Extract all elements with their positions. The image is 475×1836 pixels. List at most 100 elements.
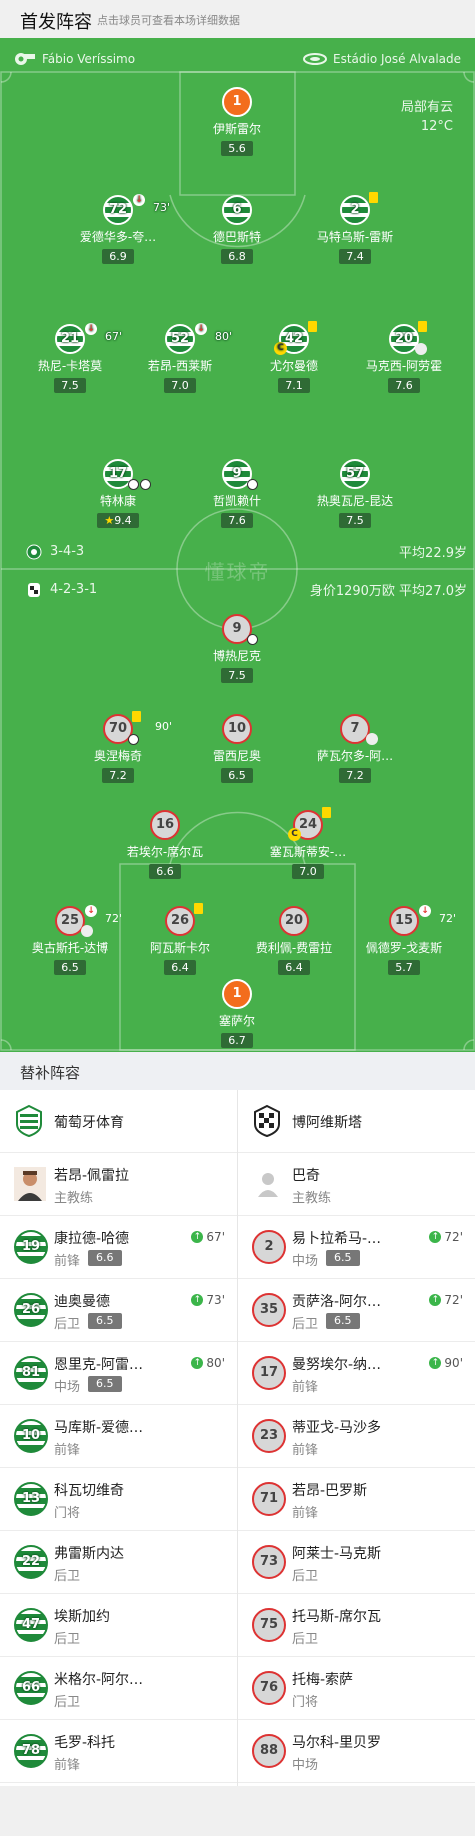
player-away-st[interactable]: 9 博热尼克 7.5 bbox=[182, 614, 292, 683]
sub-player-row[interactable]: 75 托马斯-席尔瓦 后卫 bbox=[238, 1594, 475, 1657]
subs-title: 替补阵容 bbox=[20, 1064, 81, 1082]
subs-header: 替补阵容 bbox=[0, 1052, 475, 1090]
player-away-cam[interactable]: 10 雷西尼奥 6.5 bbox=[182, 714, 292, 783]
sub-on-icon: ↑ bbox=[429, 1294, 442, 1306]
sub-player-row[interactable]: 10 马库斯-爱德… 前锋 bbox=[0, 1405, 237, 1468]
stadium-name: Estádio José Alvalade bbox=[332, 52, 461, 66]
sub-player-row[interactable]: 35 贡萨洛-阿尔… 后卫 6.5 ↑ 72' bbox=[238, 1279, 475, 1342]
coach-name: 巴奇 bbox=[292, 1168, 320, 1184]
player-home-lw[interactable]: 17 特林康 ★9.4 bbox=[63, 459, 173, 528]
home-coach-row[interactable]: 若昂-佩雷拉 主教练 bbox=[0, 1153, 237, 1216]
sub-on-icon: ↑ bbox=[191, 1357, 204, 1369]
home-team-row[interactable]: 葡萄牙体育 bbox=[0, 1090, 237, 1153]
sub-player-row[interactable]: 76 托梅-索萨 门将 bbox=[238, 1657, 475, 1720]
away-formation: 4-2-3-1 bbox=[50, 582, 98, 597]
sub-player-row[interactable]: 19 康拉德-哈德 前锋 6.6 ↑ 67' bbox=[0, 1216, 237, 1279]
player-home-st[interactable]: 9 哲凯赖什 7.6 bbox=[182, 459, 292, 528]
player-name: 贡萨洛-阿尔… bbox=[292, 1294, 382, 1310]
goal-icon bbox=[247, 634, 258, 645]
player-away-lam[interactable]: 70 90' 奥涅梅奇 7.2 bbox=[63, 711, 173, 783]
sub-player-row[interactable]: 66 米格尔-阿尔… 后卫 bbox=[0, 1657, 237, 1720]
yellow-card-icon bbox=[369, 192, 378, 203]
sub-on-icon: ↑ bbox=[429, 1357, 442, 1369]
player-number: 81 bbox=[14, 1356, 48, 1390]
player-number: 6 bbox=[222, 195, 252, 225]
player-number: 20 bbox=[279, 906, 309, 936]
player-number: 23 bbox=[252, 1419, 286, 1453]
sub-player-row[interactable]: 47 埃斯加约 后卫 bbox=[0, 1594, 237, 1657]
sub-player-row[interactable]: 88 马尔科-里贝罗 中场 bbox=[238, 1720, 475, 1783]
yellow-card-icon bbox=[132, 711, 141, 722]
home-subs-column: 葡萄牙体育 若昂-佩雷拉 主教练 19 康拉德-哈德 前锋 6.6 ↑ 67' 2… bbox=[0, 1090, 237, 1783]
sub-on-icon: ↑ bbox=[429, 1231, 442, 1243]
player-rating: 6.7 bbox=[221, 1033, 253, 1048]
sub-player-row[interactable]: 23 蒂亚戈-马沙多 前锋 bbox=[238, 1405, 475, 1468]
player-number: 1 bbox=[222, 87, 252, 117]
sub-time: 67' bbox=[105, 330, 123, 343]
player-name: 康拉德-哈德 bbox=[54, 1231, 130, 1247]
sub-player-row[interactable]: 13 科瓦切维奇 门将 bbox=[0, 1468, 237, 1531]
sub-player-row[interactable]: 73 阿莱士-马克斯 后卫 bbox=[238, 1531, 475, 1594]
sub-player-row[interactable]: 17 曼努埃尔-纳… 前锋 ↑ 90' bbox=[238, 1342, 475, 1405]
away-team-row[interactable]: 博阿维斯塔 bbox=[238, 1090, 475, 1153]
player-position: 前锋 bbox=[54, 1758, 81, 1773]
player-number: 2 bbox=[252, 1230, 286, 1264]
player-away-cb-right[interactable]: 20 费利佩-费雷拉 6.4 bbox=[239, 906, 349, 975]
home-team-name: 葡萄牙体育 bbox=[54, 1115, 124, 1131]
player-home-rw[interactable]: 57 热奥瓦尼-昆达 7.5 bbox=[300, 459, 410, 528]
player-name: 热奥瓦尼-昆达 bbox=[316, 494, 394, 508]
player-name: 迪奥曼德 bbox=[54, 1294, 110, 1310]
player-home-cb-left[interactable]: 72 ↓ 73' 爱德华多-夸… 6.9 bbox=[63, 194, 173, 264]
player-name: 马库斯-爱德… bbox=[54, 1420, 144, 1436]
player-name: 阿莱士-马克斯 bbox=[292, 1546, 382, 1562]
player-number: 76 bbox=[252, 1671, 286, 1705]
player-away-gk[interactable]: 1 塞萨尔 6.7 bbox=[182, 979, 292, 1048]
coach-name: 若昂-佩雷拉 bbox=[54, 1168, 130, 1184]
player-name: 若昂-西莱斯 bbox=[147, 359, 213, 373]
player-away-dm-left[interactable]: 16 若埃尔-席尔瓦 6.6 bbox=[110, 810, 220, 879]
player-away-cb-left[interactable]: 26 阿瓦斯卡尔 6.4 bbox=[125, 903, 235, 975]
player-name: 科瓦切维奇 bbox=[54, 1483, 124, 1499]
player-name: 毛罗-科托 bbox=[54, 1735, 116, 1751]
sub-player-row[interactable]: 81 恩里克-阿雷… 中场 6.5 ↑ 80' bbox=[0, 1342, 237, 1405]
sub-time: 72' bbox=[439, 912, 457, 925]
player-name: 马尔科-里贝罗 bbox=[292, 1735, 382, 1751]
player-number: 73 bbox=[252, 1545, 286, 1579]
sub-player-row[interactable]: 26 迪奥曼德 后卫 6.5 ↑ 73' bbox=[0, 1279, 237, 1342]
player-rating: 6.5 bbox=[88, 1376, 122, 1392]
player-position: 后卫 bbox=[292, 1317, 319, 1332]
player-home-cm-right[interactable]: 42 C 尤尔曼德 7.1 bbox=[239, 321, 349, 393]
player-home-cb-mid[interactable]: 6 德巴斯特 6.8 bbox=[182, 195, 292, 264]
player-rating: 5.6 bbox=[221, 141, 253, 156]
pitch: Fábio Veríssimo Estádio José Alvalade 局部… bbox=[0, 38, 475, 1052]
player-rating: 6.6 bbox=[149, 864, 181, 879]
player-name: 若埃尔-席尔瓦 bbox=[126, 845, 204, 859]
player-home-gk[interactable]: 1 伊斯雷尔 5.6 bbox=[182, 87, 292, 156]
player-name: 尤尔曼德 bbox=[269, 359, 318, 373]
player-away-rb[interactable]: 15 ↓ 72' 佩德罗-戈麦斯 5.7 bbox=[349, 905, 459, 975]
player-home-rm[interactable]: 20 马克西-阿劳霍 7.6 bbox=[349, 321, 459, 393]
sub-time: 72' bbox=[444, 1293, 463, 1307]
player-away-lb[interactable]: 25 ↓ 72' 奥古斯托-达博 6.5 bbox=[15, 905, 125, 975]
player-away-ram[interactable]: 7 萨瓦尔多-阿… 7.2 bbox=[300, 714, 410, 783]
player-rating: 9.4 bbox=[114, 514, 132, 527]
sub-player-row[interactable]: 2 易卜拉希马-… 中场 6.5 ↑ 72' bbox=[238, 1216, 475, 1279]
player-home-lm[interactable]: 21 ↓ 67' 热尼-卡塔莫 7.5 bbox=[15, 323, 125, 393]
away-coach-row[interactable]: 巴奇 主教练 bbox=[238, 1153, 475, 1216]
sub-player-row[interactable]: 22 弗雷斯内达 后卫 bbox=[0, 1531, 237, 1594]
venue: Estádio José Alvalade bbox=[302, 52, 461, 66]
player-position: 前锋 bbox=[54, 1254, 81, 1269]
player-name: 雷西尼奥 bbox=[212, 749, 261, 763]
player-home-cb-right[interactable]: 2 马特乌斯-雷斯 7.4 bbox=[300, 192, 410, 264]
player-number: 52 bbox=[170, 331, 190, 346]
sub-player-row[interactable]: 78 毛罗-科托 前锋 bbox=[0, 1720, 237, 1783]
player-number: 17 bbox=[252, 1356, 286, 1390]
player-away-dm-right[interactable]: 24 C 塞瓦斯蒂安-… 7.0 bbox=[253, 807, 363, 879]
away-formation-row: 4-2-3-1 身价1290万欧 平均27.0岁 bbox=[26, 580, 467, 599]
player-name: 塞萨尔 bbox=[218, 1014, 255, 1028]
player-home-cm-left[interactable]: 52 ↓ 80' 若昂-西莱斯 7.0 bbox=[125, 323, 235, 393]
person-placeholder-icon bbox=[258, 1173, 278, 1197]
sub-time: 90' bbox=[155, 720, 173, 733]
player-rating: 6.5 bbox=[54, 960, 86, 975]
sub-player-row[interactable]: 71 若昂-巴罗斯 前锋 bbox=[238, 1468, 475, 1531]
